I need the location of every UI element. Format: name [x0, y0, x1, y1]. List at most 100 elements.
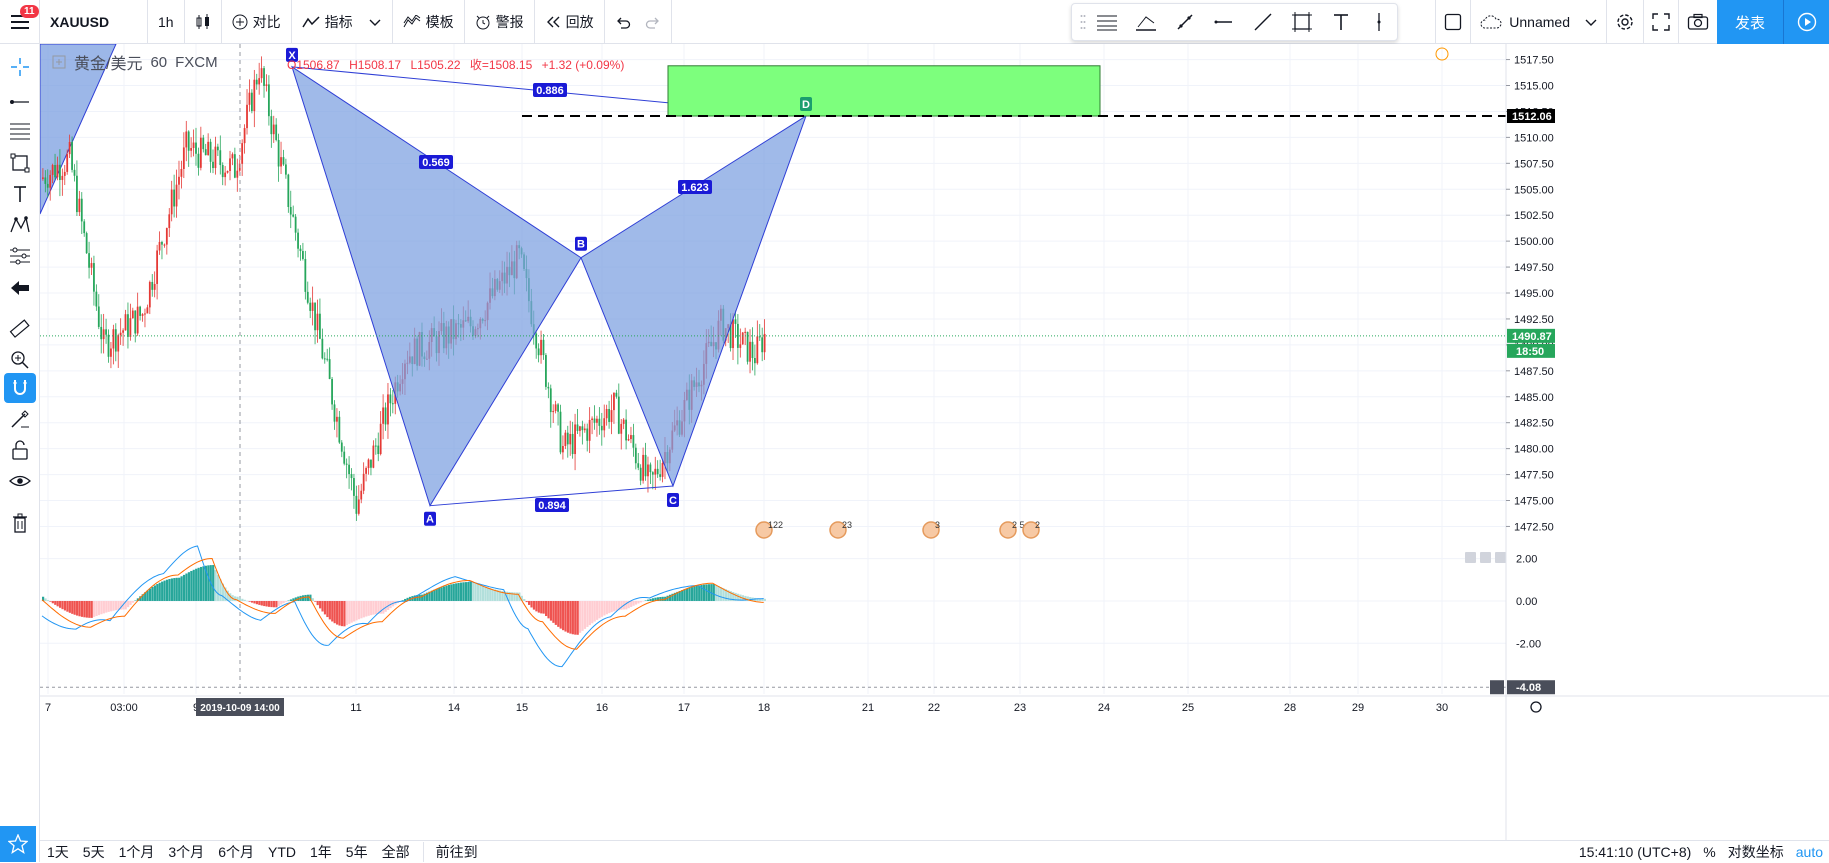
candle-body — [71, 142, 73, 170]
macd-bar — [540, 600, 543, 614]
macd-bar — [340, 600, 344, 627]
candle-body — [338, 416, 341, 443]
sliders-icon — [10, 247, 30, 265]
interval-button[interactable]: 1h — [148, 0, 185, 44]
publish-button[interactable]: 发表 — [1716, 0, 1783, 44]
more-button[interactable] — [1362, 7, 1397, 37]
range-3m[interactable]: 3个月 — [161, 842, 211, 862]
fullscreen-select-button[interactable] — [1435, 0, 1470, 44]
candle-body — [637, 463, 640, 468]
template-lines-button[interactable] — [1090, 7, 1125, 37]
replay-button[interactable]: 回放 — [535, 0, 605, 44]
templates-button[interactable]: 模板 — [393, 0, 465, 44]
lock-tool[interactable] — [4, 435, 36, 465]
measure-tool[interactable] — [4, 314, 36, 344]
macd-bar — [528, 600, 531, 605]
range-1d[interactable]: 1天 — [40, 842, 76, 862]
prediction-tool[interactable] — [4, 241, 36, 271]
fullscreen-button[interactable] — [1642, 0, 1678, 44]
lines-icon — [1097, 15, 1118, 31]
settings-button[interactable] — [1605, 0, 1643, 44]
candle-body — [219, 150, 222, 166]
macd-bar — [333, 600, 336, 624]
macd-bar — [175, 577, 178, 601]
text-icon — [1333, 14, 1348, 30]
box-button[interactable] — [1284, 7, 1319, 37]
range-1y[interactable]: 1年 — [303, 842, 339, 862]
text-button[interactable] — [1323, 7, 1358, 37]
event-flag-count: 122 — [768, 520, 783, 530]
play-button[interactable] — [1783, 0, 1829, 44]
range-all[interactable]: 全部 — [375, 842, 417, 862]
time-tick-label: 15 — [516, 702, 528, 714]
candle-body — [537, 348, 540, 356]
macd-bar — [651, 598, 655, 601]
range-6m[interactable]: 6个月 — [211, 842, 261, 862]
text-tool[interactable] — [4, 179, 36, 209]
pattern-ratio-label: 0.894 — [538, 500, 566, 512]
fib-tool[interactable] — [4, 116, 36, 146]
candle-body — [49, 174, 52, 188]
layout-save-button[interactable]: Unnamed — [1470, 0, 1606, 44]
ruler-icon — [9, 319, 30, 338]
candle-body — [272, 124, 275, 135]
chart-type-button[interactable] — [185, 0, 222, 44]
time-tick-label: 7 — [45, 702, 51, 714]
auto-toggle[interactable]: auto — [1796, 844, 1823, 860]
indicators-button[interactable]: 指标 — [292, 0, 393, 44]
candle-body — [61, 175, 64, 180]
range-5y[interactable]: 5年 — [339, 842, 375, 862]
macd-bar — [270, 600, 273, 608]
price-tick-label: 1497.50 — [1514, 262, 1554, 274]
macd-bar — [304, 594, 307, 601]
line-width-button[interactable] — [1206, 7, 1241, 37]
symbol-search[interactable]: XAUUSD — [40, 0, 148, 44]
visibility-tool[interactable] — [4, 466, 36, 496]
macd-bar — [610, 600, 613, 613]
alarm-clock-icon — [476, 15, 490, 29]
compare-label: 对比 — [252, 13, 281, 30]
trend-line-tool[interactable] — [4, 87, 36, 117]
macd-bar — [715, 585, 718, 601]
pattern-tool[interactable] — [4, 210, 36, 240]
candle-body — [581, 426, 584, 431]
goto-button[interactable]: 前往到 — [422, 841, 490, 862]
alert-button[interactable]: 警报 — [465, 0, 535, 44]
range-ytd[interactable]: YTD — [261, 844, 303, 860]
macd-bar — [348, 600, 351, 624]
clock[interactable]: 15:41:10 (UTC+8) — [1579, 844, 1691, 860]
chart-area[interactable]: X A B C D 0.886 0.569 1.623 0.894 122 23 3 2 5 2 1472.… — [40, 44, 1829, 862]
remove-drawings-tool[interactable] — [4, 508, 36, 538]
range-5d[interactable]: 5天 — [76, 842, 112, 862]
watchlist-button[interactable] — [0, 826, 36, 862]
percent-toggle[interactable]: % — [1703, 844, 1715, 860]
crosshair-tool[interactable] — [4, 52, 36, 82]
candle-body — [326, 358, 329, 360]
magnet-tool[interactable] — [4, 373, 36, 403]
zoom-tool[interactable] — [4, 345, 36, 375]
line-style-button[interactable] — [1245, 7, 1280, 37]
compare-button[interactable]: 对比 — [222, 0, 292, 44]
candle-body — [195, 142, 197, 154]
redo-button[interactable] — [635, 0, 672, 44]
chart-canvas[interactable]: XABCD0.8860.5691.6230.894122 23 3 2 5 2 1472.… — [40, 44, 1829, 840]
line-color-button[interactable] — [1168, 7, 1203, 37]
range-1m[interactable]: 1个月 — [112, 842, 162, 862]
ohlc-low: L1505.22 — [410, 58, 461, 72]
fill-color-button[interactable] — [1129, 7, 1164, 37]
candle-body — [144, 313, 146, 315]
collapse-tool[interactable] — [4, 273, 36, 303]
collapse-legend-icon[interactable] — [52, 55, 66, 69]
macd-add-button — [1490, 680, 1504, 695]
drag-handle-icon[interactable] — [1080, 14, 1086, 30]
undo-button[interactable] — [605, 0, 635, 44]
candle-body — [119, 332, 122, 336]
time-tick-label: 03:00 — [110, 702, 138, 714]
menu-button[interactable]: 11 — [0, 0, 40, 44]
macd-bar — [243, 599, 246, 601]
log-toggle[interactable]: 对数坐标 — [1728, 842, 1784, 862]
stay-drawing-tool[interactable] — [4, 404, 36, 434]
horizontal-ray-icon — [10, 100, 29, 104]
shapes-tool[interactable] — [4, 148, 36, 178]
screenshot-button[interactable] — [1677, 0, 1717, 44]
